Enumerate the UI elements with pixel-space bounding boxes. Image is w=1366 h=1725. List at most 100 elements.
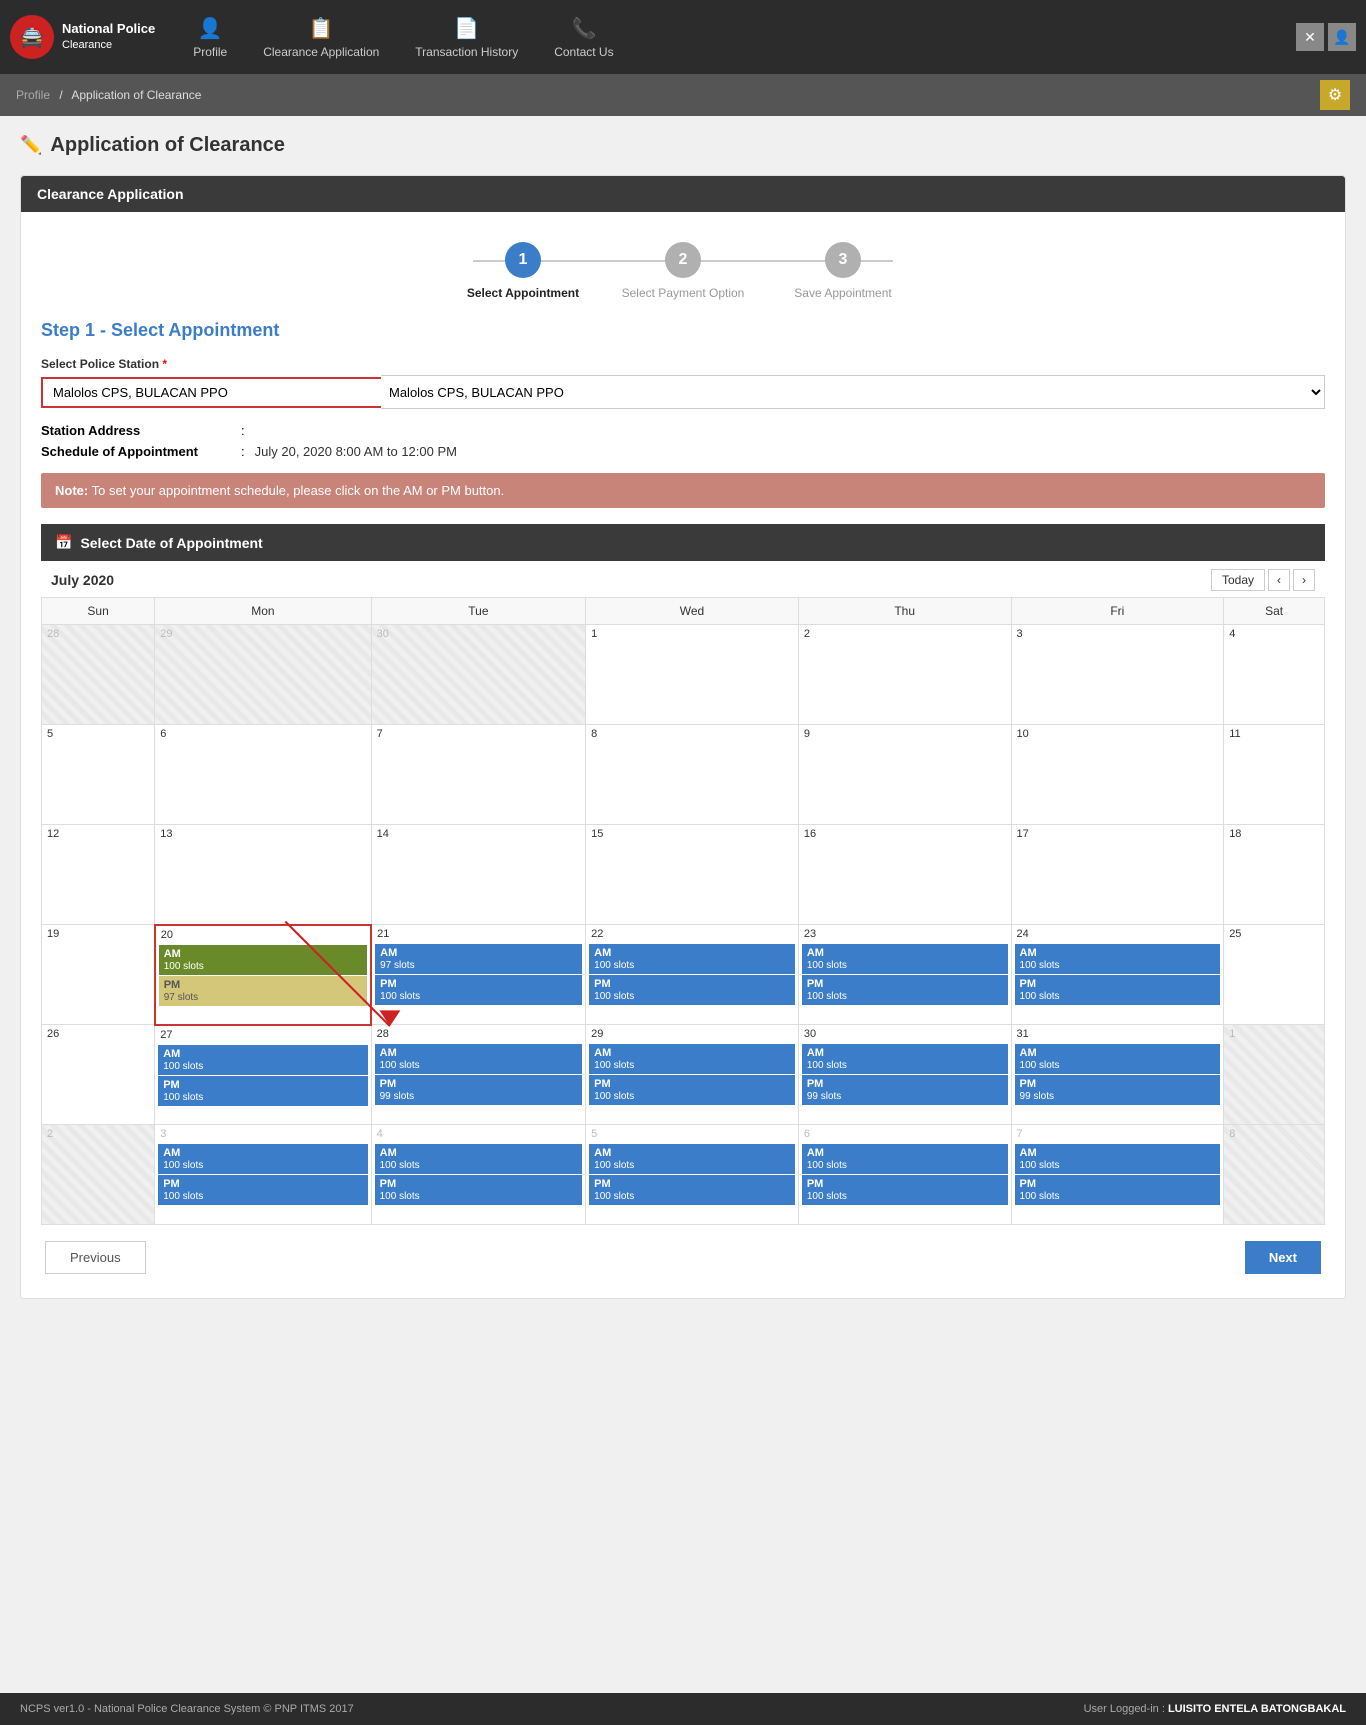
slot-am-button[interactable]: AM100 slots — [802, 944, 1008, 974]
breadcrumb-profile[interactable]: Profile — [16, 88, 50, 102]
calendar-day[interactable]: 28AM100 slotsPM99 slots — [371, 1025, 586, 1125]
calendar-day[interactable]: 27AM100 slotsPM100 slots — [155, 1025, 371, 1125]
day-number: 25 — [1224, 925, 1324, 943]
day-number: 21 — [372, 925, 585, 943]
prev-month-button[interactable]: ‹ — [1268, 569, 1290, 591]
calendar-day[interactable]: 21AM97 slotsPM100 slots — [371, 925, 586, 1025]
day-number: 30 — [372, 625, 586, 643]
slot-am-button[interactable]: AM100 slots — [589, 944, 795, 974]
police-station-input-group: Malolos CPS, BULACAN PPO — [41, 375, 1325, 409]
calendar-day[interactable]: 4AM100 slotsPM100 slots — [371, 1125, 586, 1225]
slot-pm-button[interactable]: PM100 slots — [802, 975, 1008, 1005]
day-number: 30 — [799, 1025, 1011, 1043]
day-number: 18 — [1224, 825, 1324, 843]
calendar-day[interactable]: 20AM100 slotsPM97 slots — [155, 925, 371, 1025]
calendar-day: 1 — [1224, 1025, 1325, 1125]
schedule-value: July 20, 2020 8:00 AM to 12:00 PM — [255, 444, 457, 459]
calendar-day: 25 — [1224, 925, 1325, 1025]
slot-am-button[interactable]: AM100 slots — [1015, 1044, 1221, 1074]
slot-pm-button[interactable]: PM99 slots — [802, 1075, 1008, 1105]
calendar-day[interactable]: 24AM100 slotsPM100 slots — [1011, 925, 1224, 1025]
calendar-day: 19 — [42, 925, 155, 1025]
slot-am-button[interactable]: AM100 slots — [589, 1044, 795, 1074]
note-box: Note: To set your appointment schedule, … — [41, 473, 1325, 508]
calendar-wrapper: Sun Mon Tue Wed Thu Fri Sat 282930123456… — [41, 597, 1325, 1225]
slot-am-button[interactable]: AM100 slots — [375, 1044, 583, 1074]
slot-pm-button[interactable]: PM100 slots — [589, 1075, 795, 1105]
slot-pm-button[interactable]: PM100 slots — [1015, 1175, 1221, 1205]
settings-button[interactable]: ⚙ — [1320, 80, 1350, 110]
today-button[interactable]: Today — [1211, 569, 1265, 591]
slot-am-button[interactable]: AM100 slots — [1015, 1144, 1221, 1174]
day-wed: Wed — [586, 598, 799, 625]
nav-contact[interactable]: 📞 Contact Us — [536, 0, 631, 74]
day-number: 12 — [42, 825, 154, 843]
day-number: 14 — [372, 825, 586, 843]
day-number: 10 — [1012, 725, 1224, 743]
calendar-day[interactable]: 22AM100 slotsPM100 slots — [586, 925, 799, 1025]
top-nav: 🚔 National Police Clearance 👤 Profile 📋 … — [0, 0, 1366, 74]
police-station-select[interactable]: Malolos CPS, BULACAN PPO — [381, 375, 1325, 409]
calendar-week-4: 2627AM100 slotsPM100 slots28AM100 slotsP… — [42, 1025, 1325, 1125]
slot-pm-button[interactable]: PM100 slots — [375, 1175, 583, 1205]
calendar-day[interactable]: 3AM100 slotsPM100 slots — [155, 1125, 371, 1225]
nav-profile[interactable]: 👤 Profile — [175, 0, 245, 74]
calendar-day[interactable]: 6AM100 slotsPM100 slots — [798, 1125, 1011, 1225]
day-number: 23 — [799, 925, 1011, 943]
calendar-day: 2 — [42, 1125, 155, 1225]
day-number: 7 — [372, 725, 586, 743]
calendar-day[interactable]: 29AM100 slotsPM100 slots — [586, 1025, 799, 1125]
slot-am-button[interactable]: AM100 slots — [158, 1144, 367, 1174]
calendar-day[interactable]: 31AM100 slotsPM99 slots — [1011, 1025, 1224, 1125]
calendar-week-1: 567891011 — [42, 725, 1325, 825]
day-number: 4 — [372, 1125, 586, 1143]
calendar-day: 11 — [1224, 725, 1325, 825]
slot-am-button[interactable]: AM100 slots — [375, 1144, 583, 1174]
calendar-day[interactable]: 7AM100 slotsPM100 slots — [1011, 1125, 1224, 1225]
next-button[interactable]: Next — [1245, 1241, 1321, 1274]
slot-pm-button[interactable]: PM100 slots — [158, 1175, 367, 1205]
slot-am-button[interactable]: AM100 slots — [1015, 944, 1221, 974]
slot-pm-button[interactable]: PM100 slots — [802, 1175, 1008, 1205]
slot-pm-button[interactable]: PM100 slots — [589, 1175, 795, 1205]
breadcrumb-sep: / — [59, 88, 62, 102]
calendar-day: 6 — [155, 725, 371, 825]
calendar-day[interactable]: 5AM100 slotsPM100 slots — [586, 1125, 799, 1225]
day-number: 29 — [155, 625, 370, 643]
slot-am-button[interactable]: AM100 slots — [802, 1044, 1008, 1074]
slot-am-button[interactable]: AM100 slots — [802, 1144, 1008, 1174]
profile-icon: 👤 — [198, 16, 223, 41]
next-month-button[interactable]: › — [1293, 569, 1315, 591]
police-station-input[interactable] — [41, 377, 381, 408]
calendar-day[interactable]: 23AM100 slotsPM100 slots — [798, 925, 1011, 1025]
slot-am-button[interactable]: AM100 slots — [158, 1045, 367, 1075]
previous-button[interactable]: Previous — [45, 1241, 146, 1274]
slot-pm-button[interactable]: PM100 slots — [375, 975, 582, 1005]
expand-button[interactable]: ✕ — [1296, 23, 1324, 51]
slot-am-button[interactable]: AM100 slots — [159, 945, 367, 975]
slot-pm-button[interactable]: PM97 slots — [159, 976, 367, 1006]
slot-am-button[interactable]: AM100 slots — [589, 1144, 795, 1174]
stepper: 1 Select Appointment 2 Select Payment Op… — [41, 232, 1325, 320]
page-title: ✏️ Application of Clearance — [20, 134, 1346, 157]
slot-pm-button[interactable]: PM100 slots — [589, 975, 795, 1005]
nav-clearance[interactable]: 📋 Clearance Application — [245, 0, 397, 74]
police-station-group: Select Police Station * Malolos CPS, BUL… — [41, 357, 1325, 409]
calendar-day: 5 — [42, 725, 155, 825]
calendar-day: 12 — [42, 825, 155, 925]
footer-copyright: NCPS ver1.0 - National Police Clearance … — [20, 1703, 354, 1715]
user-corner-button[interactable]: 👤 — [1328, 23, 1356, 51]
slot-pm-button[interactable]: PM99 slots — [375, 1075, 583, 1105]
day-number: 29 — [586, 1025, 798, 1043]
day-number: 8 — [586, 725, 798, 743]
nav-items: 👤 Profile 📋 Clearance Application 📄 Tran… — [175, 0, 1296, 74]
slot-pm-button[interactable]: PM100 slots — [1015, 975, 1221, 1005]
calendar-day[interactable]: 30AM100 slotsPM99 slots — [798, 1025, 1011, 1125]
slot-pm-button[interactable]: PM99 slots — [1015, 1075, 1221, 1105]
slot-am-button[interactable]: AM97 slots — [375, 944, 582, 974]
step-3-label: Save Appointment — [794, 286, 891, 300]
slot-pm-button[interactable]: PM100 slots — [158, 1076, 367, 1106]
calendar-day: 26 — [42, 1025, 155, 1125]
step-1-circle: 1 — [505, 242, 541, 278]
nav-history[interactable]: 📄 Transaction History — [397, 0, 536, 74]
